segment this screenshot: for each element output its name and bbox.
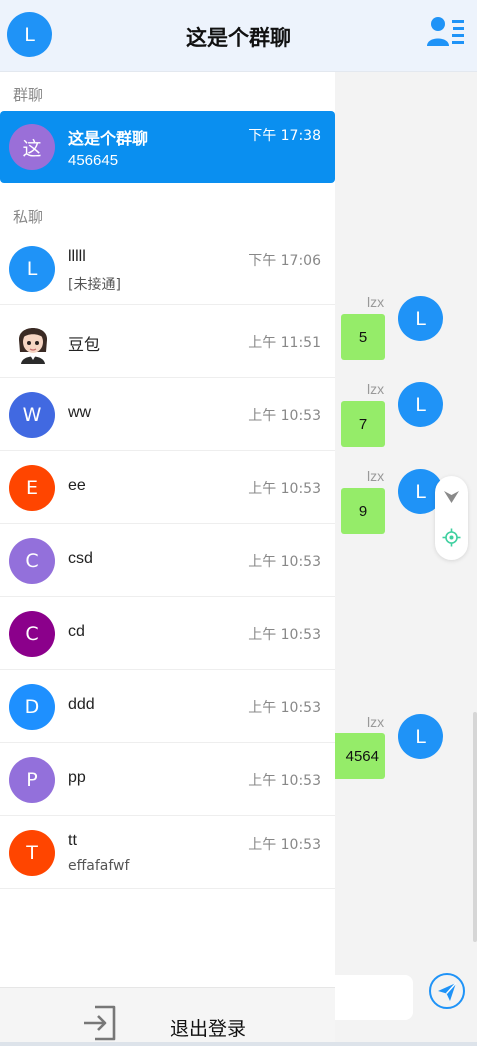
contact-name: cd: [68, 623, 85, 640]
contact-avatar: W: [9, 392, 55, 438]
contact-time: 下午 17:06: [248, 253, 321, 269]
scroll-tools: [435, 476, 468, 560]
group-avatar: 这: [9, 124, 55, 170]
page-title: 这是个群聊: [186, 26, 291, 50]
message-sender: lzx: [367, 381, 385, 397]
contact-name: ee: [68, 477, 86, 494]
contact-avatar: D: [9, 684, 55, 730]
contact-time: 上午 10:53: [248, 837, 321, 853]
message-avatar[interactable]: L: [398, 296, 443, 341]
contact-time: 上午 10:53: [248, 700, 321, 716]
contact-avatar: C: [9, 611, 55, 657]
contact-item[interactable]: C csd 上午 10:53: [0, 524, 335, 597]
contact-preview: [未接通]: [68, 277, 121, 293]
contact-list: L lllll 下午 17:06 [未接通] 豆包 上午 11:51 W ww: [0, 232, 335, 889]
contact-item[interactable]: D ddd 上午 10:53: [0, 670, 335, 743]
contact-name: 豆包: [68, 337, 101, 354]
contact-item[interactable]: E ee 上午 10:53: [0, 451, 335, 524]
private-section-label: 私聊: [13, 208, 44, 226]
group-time: 下午 17:38: [248, 128, 321, 144]
message-bubble[interactable]: 7: [341, 401, 385, 447]
chat-area: lzx 5 L lzx 7 L lzx 9 L lzx 4564 L: [335, 72, 477, 1046]
contact-avatar: L: [9, 246, 55, 292]
message-bubble[interactable]: 9: [341, 488, 385, 534]
logout-label[interactable]: 退出登录: [170, 1014, 246, 1041]
message-avatar[interactable]: L: [398, 714, 443, 759]
contact-avatar: T: [9, 830, 55, 876]
bottom-edge: [0, 1042, 477, 1046]
send-icon[interactable]: [428, 972, 466, 1010]
group-section-label: 群聊: [13, 86, 44, 104]
contact-item[interactable]: 豆包 上午 11:51: [0, 305, 335, 378]
message-sender: lzx: [367, 294, 385, 310]
contact-name: tt: [68, 832, 77, 849]
group-name: 这是个群聊: [68, 129, 149, 148]
contact-item[interactable]: T tt 上午 10:53 effafafwf: [0, 816, 335, 889]
conversation-drawer: 群聊 这 这是个群聊 下午 17:38 456645 私聊 L lllll 下午…: [0, 72, 335, 1046]
contact-name: ww: [68, 404, 92, 421]
contact-avatar: P: [9, 757, 55, 803]
message-bubble[interactable]: 4564: [335, 733, 385, 779]
contact-time: 上午 10:53: [248, 408, 321, 424]
message-avatar[interactable]: L: [398, 382, 443, 427]
message-sender: lzx: [367, 714, 385, 730]
contact-item[interactable]: C cd 上午 10:53: [0, 597, 335, 670]
locate-icon[interactable]: [442, 528, 461, 547]
message-sender: lzx: [367, 468, 385, 484]
contact-time: 上午 10:53: [248, 554, 321, 570]
contact-item[interactable]: P pp 上午 10:53: [0, 743, 335, 816]
group-chat-item[interactable]: 这 这是个群聊 下午 17:38 456645: [0, 111, 335, 183]
contact-time: 上午 10:53: [248, 481, 321, 497]
logout-icon[interactable]: [80, 1004, 120, 1042]
contact-avatar: E: [9, 465, 55, 511]
contact-preview: effafafwf: [68, 858, 130, 874]
contact-name: csd: [68, 550, 93, 567]
contact-time: 上午 11:51: [248, 335, 321, 351]
contact-time: 上午 10:53: [248, 773, 321, 789]
group-preview: 456645: [68, 152, 119, 169]
contact-name: pp: [68, 769, 86, 786]
contact-item[interactable]: W ww 上午 10:53: [0, 378, 335, 451]
doubao-avatar-icon: [10, 318, 56, 364]
contact-name: lllll: [68, 248, 86, 265]
scroll-down-icon[interactable]: [443, 490, 460, 504]
contact-avatar: C: [9, 538, 55, 584]
logout-bar[interactable]: 退出登录: [0, 987, 335, 1046]
contact-item[interactable]: L lllll 下午 17:06 [未接通]: [0, 232, 335, 305]
app-header: L 这是个群聊: [0, 0, 477, 72]
contact-name: ddd: [68, 696, 95, 713]
contact-time: 上午 10:53: [248, 627, 321, 643]
user-list-icon[interactable]: [426, 15, 466, 49]
message-input[interactable]: [335, 975, 413, 1020]
message-bubble[interactable]: 5: [341, 314, 385, 360]
chat-scrollbar[interactable]: [473, 712, 477, 942]
